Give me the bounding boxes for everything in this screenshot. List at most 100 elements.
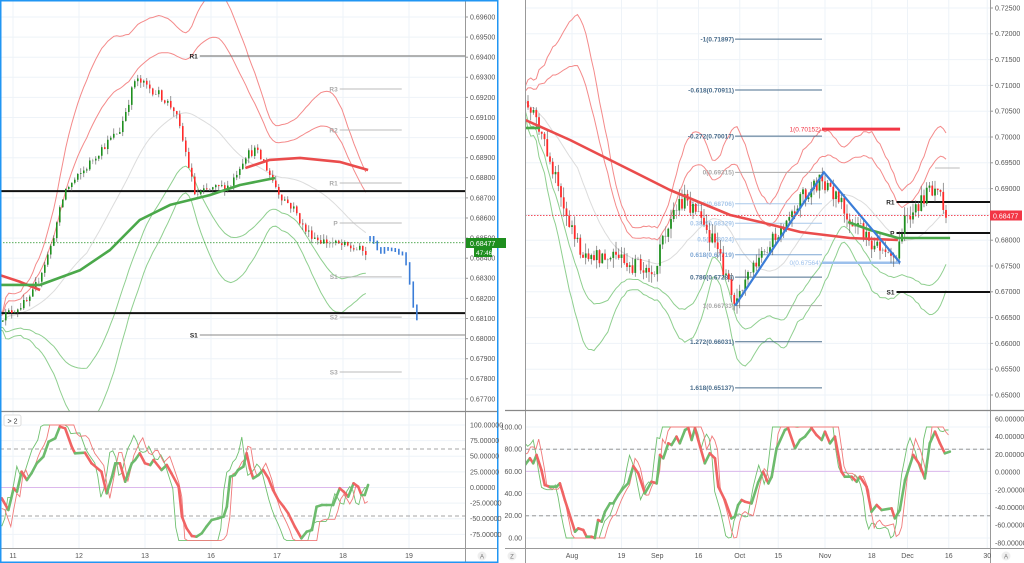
right-candle-body (529, 107, 532, 113)
left-candle-body (65, 188, 67, 200)
left-candle-body (260, 149, 262, 160)
left-candle-body (71, 182, 73, 188)
left-candle-body (278, 186, 280, 195)
fib-level-label: 0.618(0.67719) (690, 252, 734, 259)
right-oscillator-pane[interactable] (525, 426, 990, 540)
right-osc-main-segment (600, 510, 607, 523)
right-date-tick-label: Nov (819, 553, 832, 560)
left-osc-main-segment (138, 452, 147, 465)
left-candle-body (239, 168, 241, 175)
left-candle-body (362, 245, 364, 251)
left-candle-body (284, 199, 286, 201)
left-candle-body (254, 147, 256, 156)
right-osc-main-segment (793, 438, 802, 450)
right-price-tick-label: 0.70500 (995, 109, 1020, 116)
right-candle-body (939, 189, 942, 192)
left-candle-body (41, 272, 43, 282)
right-zoom-label[interactable]: Z (510, 555, 514, 561)
left-candle-body (53, 238, 55, 246)
left-candle-body (62, 199, 64, 208)
left-date-tick-label: 19 (405, 553, 413, 560)
right-candle-body (617, 254, 620, 259)
left-level-label: P (333, 220, 338, 227)
left-candle-body (56, 222, 58, 239)
left-osc-main-segment (53, 425, 62, 440)
left-candle-body (110, 137, 112, 140)
right-osc-main-segment (703, 452, 712, 465)
right-candle-body (802, 189, 804, 195)
right-date-tick-label: 16 (945, 553, 953, 560)
right-osc-main-segment (696, 438, 707, 465)
right-candle-body (914, 204, 917, 213)
right-price-pane[interactable]: R1PS1-1(0.71897)-0.618(0.70911)-0.272(0.… (524, 13, 990, 393)
chart-frame (0, 0, 1024, 563)
left-candle-body (29, 296, 31, 301)
right-candle-body (747, 272, 749, 280)
left-candle-body (296, 206, 298, 214)
left-candle-body (206, 188, 208, 190)
right-auto-scale-label[interactable]: A (1004, 555, 1008, 561)
left-candle-body (83, 170, 85, 174)
fib-level-label: 0.786(0.67285) (690, 274, 734, 281)
right-price-tick-label: 0.67000 (995, 289, 1020, 296)
left-oscillator-legend-toggle[interactable]: > 2 (8, 419, 18, 426)
left-candle-body (161, 90, 163, 101)
left-candle-body (281, 194, 283, 201)
left-candle-body (119, 132, 121, 134)
left-auto-scale-label[interactable]: A (480, 555, 484, 561)
left-price-tick-label: 0.68600 (470, 215, 495, 222)
left-price-tick-label: 0.68800 (470, 175, 495, 182)
right-candle-body (835, 191, 837, 200)
right-candle-body (870, 240, 873, 250)
left-candle-body (17, 309, 19, 313)
left-candle-body (50, 245, 52, 255)
left-candle-body (185, 140, 187, 152)
right-osc-main-segment (733, 503, 740, 518)
right-candle-body (664, 235, 667, 237)
left-candle-body (305, 224, 307, 232)
right-candle-body (824, 181, 826, 191)
left-candle-body (101, 147, 103, 156)
right-osc-main-segment (643, 480, 653, 495)
left-candle-body (8, 310, 10, 313)
left-candle-body (104, 147, 106, 150)
left-candle-body (80, 173, 82, 175)
left-osc-tick-label: -50.00000 (470, 516, 502, 523)
right-candle-body (719, 249, 722, 254)
right-date-tick-label: 16 (695, 553, 703, 560)
left-price-tick-label: 0.68200 (470, 296, 495, 303)
right-osc-fast-line (525, 426, 949, 539)
right-candle-body (565, 208, 568, 216)
left-osc-main-segment (271, 488, 280, 502)
right-date-tick-label: Oct (734, 553, 745, 560)
right-candle-body (568, 215, 571, 227)
right-band-upper (525, 64, 947, 241)
left-candle-body (131, 87, 133, 105)
left-price-tick-label: 0.68300 (470, 276, 495, 283)
right-osc-tick-label: 20.00 (504, 513, 522, 520)
right-osc-right-tick-label: 60.00000 (995, 416, 1024, 423)
left-level-label: S1 (330, 274, 338, 281)
right-osc-main-segment (611, 493, 620, 505)
right-current-price: 0.68477 (993, 213, 1018, 220)
left-candle-body (74, 179, 76, 183)
left-band-lower (0, 165, 366, 369)
left-oscillator-pane[interactable] (0, 424, 465, 542)
right-candle-body (672, 209, 675, 220)
right-candle-body (703, 217, 705, 225)
left-candle-body (233, 177, 235, 186)
right-candle-body (675, 209, 678, 211)
left-price-pane[interactable]: R1 S1 R3 R2 R1 P S1 S2 S3 (0, 0, 465, 426)
left-price-tick-label: 0.69600 (470, 14, 495, 21)
right-candle-body (859, 223, 862, 224)
right-osc-right-tick-label: -40.00000 (995, 505, 1024, 512)
right-candle-body (623, 254, 626, 264)
left-osc-main-segment (100, 470, 109, 495)
right-price-tick-label: 0.65000 (995, 392, 1020, 399)
right-osc-tick-label: 100.00 (501, 424, 523, 431)
left-candle-body (143, 80, 145, 83)
left-panel-selected-border (0, 0, 499, 563)
left-price-tick-label: 0.69100 (470, 115, 495, 122)
fib-level-label: 0(0.69315) (703, 170, 734, 177)
right-osc-main-segment (603, 502, 612, 513)
